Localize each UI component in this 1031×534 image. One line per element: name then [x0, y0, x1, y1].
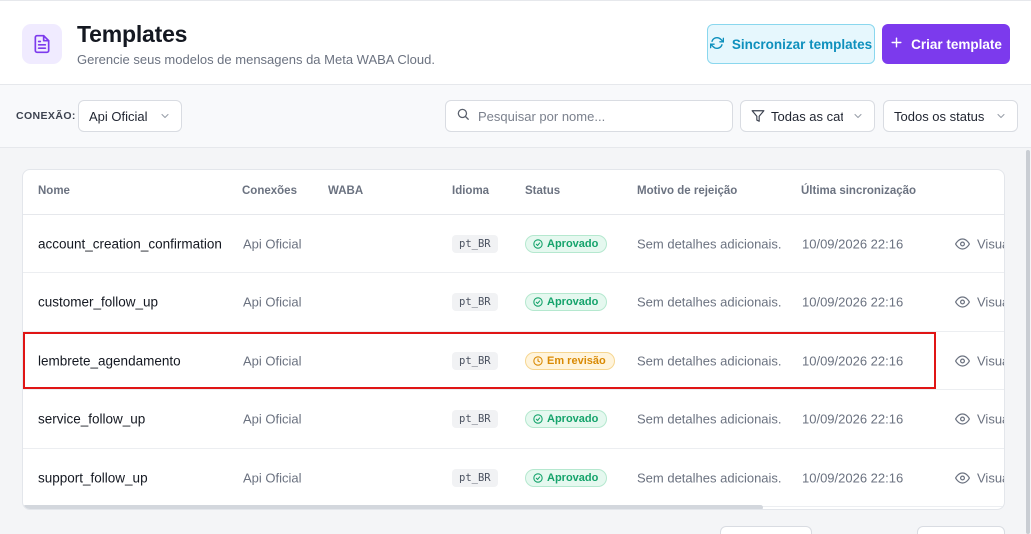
table-row[interactable]: lembrete_agendamento Api Oficial pt_BR Em r… [23, 332, 1004, 390]
language-tag: pt_BR [452, 293, 498, 311]
create-template-label: Criar template [911, 36, 1002, 52]
rejection-reason: Sem detalhes adicionais. [637, 353, 782, 368]
eye-icon [955, 236, 970, 251]
template-connection: Api Oficial [243, 411, 302, 427]
view-template-label: Visualizar [977, 411, 1004, 427]
status-select[interactable]: Todos os status [883, 100, 1018, 132]
category-select-value: Todas as categorias [771, 108, 843, 124]
table-row[interactable]: account_creation_confirmation Api Oficial… [23, 215, 1004, 273]
template-name: service_follow_up [38, 411, 146, 427]
rejection-reason: Sem detalhes adicionais. [637, 236, 782, 251]
status-badge-label: Em revisão [547, 354, 606, 367]
rejection-reason: Sem detalhes adicionais. [637, 411, 782, 427]
page-header: Templates Gerencie seus modelos de mensa… [0, 0, 1031, 85]
document-icon [22, 24, 62, 64]
chevron-down-icon [852, 110, 864, 122]
sync-templates-button[interactable]: Sincronizar templates [707, 24, 875, 64]
status-badge-label: Aprovado [547, 237, 599, 250]
status-badge: Em revisão [525, 351, 615, 370]
filter-icon [751, 109, 765, 123]
column-header-last-sync[interactable]: Última sincronização [801, 185, 916, 197]
template-name: customer_follow_up [38, 294, 159, 310]
status-badge: Aprovado [525, 468, 608, 487]
template-connection: Api Oficial [243, 294, 302, 310]
column-header-rejection-reason[interactable]: Motivo de rejeição [637, 185, 737, 197]
view-template-button[interactable]: Visualizar [955, 236, 1004, 251]
column-header-status[interactable]: Status [525, 185, 560, 197]
view-template-button[interactable]: Visualizar [955, 411, 1004, 427]
eye-icon [955, 470, 970, 485]
rejection-reason: Sem detalhes adicionais. [637, 470, 782, 485]
pagination-previous-button[interactable] [720, 526, 812, 534]
plus-icon [890, 36, 903, 52]
status-badge: Aprovado [525, 234, 608, 253]
eye-icon [955, 295, 970, 310]
column-header-language[interactable]: Idioma [452, 185, 489, 197]
check-circle-icon [533, 414, 543, 424]
rejection-reason: Sem detalhes adicionais. [637, 294, 782, 310]
last-sync-time: 10/09/2026 22:16 [802, 470, 904, 485]
sync-templates-label: Sincronizar templates [731, 36, 873, 52]
clock-icon [533, 355, 543, 366]
search-field[interactable] [445, 100, 733, 132]
column-header-connections[interactable]: Conexões [242, 185, 297, 197]
status-badge-label: Aprovado [547, 471, 599, 484]
template-connection: Api Oficial [243, 353, 302, 368]
table-row[interactable]: support_follow_up Api Oficial pt_BR Aprovad… [23, 449, 1004, 507]
table-row[interactable]: service_follow_up Api Oficial pt_BR Aprovad… [23, 391, 1004, 449]
language-tag: pt_BR [452, 468, 498, 487]
eye-icon [955, 353, 970, 368]
view-template-button[interactable]: Visualizar [955, 353, 1004, 368]
category-select[interactable]: Todas as categorias [740, 100, 875, 132]
status-badge: Aprovado [525, 293, 608, 311]
view-template-label: Visualizar [977, 236, 1004, 251]
chevron-down-icon [159, 110, 171, 122]
check-circle-icon [533, 238, 543, 249]
last-sync-time: 10/09/2026 22:16 [802, 353, 904, 368]
pagination-next-button[interactable] [917, 526, 1005, 534]
connection-select-value: Api Oficial [89, 108, 148, 124]
template-name: lembrete_agendamento [38, 353, 181, 368]
last-sync-time: 10/09/2026 22:16 [802, 236, 904, 251]
last-sync-time: 10/09/2026 22:16 [802, 294, 904, 310]
connection-label: CONEXÃO: [16, 110, 76, 122]
template-connection: Api Oficial [243, 236, 302, 251]
language-tag: pt_BR [452, 410, 498, 428]
template-connection: Api Oficial [243, 470, 302, 485]
check-circle-icon [533, 297, 543, 307]
language-tag: pt_BR [452, 234, 498, 253]
horizontal-scrollbar[interactable] [23, 505, 763, 509]
last-sync-time: 10/09/2026 22:16 [802, 411, 904, 427]
view-template-label: Visualizar [977, 353, 1004, 368]
template-name: account_creation_confirmation [38, 236, 222, 251]
view-template-button[interactable]: Visualizar [955, 294, 1004, 310]
language-tag: pt_BR [452, 351, 498, 370]
chevron-down-icon [995, 110, 1007, 122]
templates-table: Nome Conexões WABA Idioma Status Motivo … [22, 169, 1005, 510]
page-title: Templates [77, 21, 188, 47]
template-name: support_follow_up [38, 470, 148, 485]
check-circle-icon [533, 472, 543, 483]
search-icon [456, 107, 470, 126]
status-badge-label: Aprovado [547, 413, 599, 425]
status-badge-label: Aprovado [547, 296, 599, 308]
create-template-button[interactable]: Criar template [882, 24, 1010, 64]
table-row[interactable]: customer_follow_up Api Oficial pt_BR Aprova… [23, 274, 1004, 332]
column-header-waba[interactable]: WABA [328, 185, 363, 197]
view-template-label: Visualizar [977, 294, 1004, 310]
connection-select[interactable]: Api Oficial [78, 100, 182, 132]
eye-icon [955, 412, 970, 427]
view-template-button[interactable]: Visualizar [955, 470, 1004, 485]
status-badge: Aprovado [525, 410, 608, 428]
page-subtitle: Gerencie seus modelos de mensagens da Me… [77, 52, 435, 67]
refresh-icon [709, 36, 724, 53]
column-header-name[interactable]: Nome [38, 185, 70, 197]
status-select-value: Todos os status [894, 108, 985, 124]
view-template-label: Visualizar [977, 470, 1004, 485]
search-input[interactable] [478, 108, 718, 124]
filter-bar: CONEXÃO: Api Oficial Todas as categorias… [0, 85, 1031, 148]
vertical-scrollbar[interactable] [1026, 150, 1030, 534]
